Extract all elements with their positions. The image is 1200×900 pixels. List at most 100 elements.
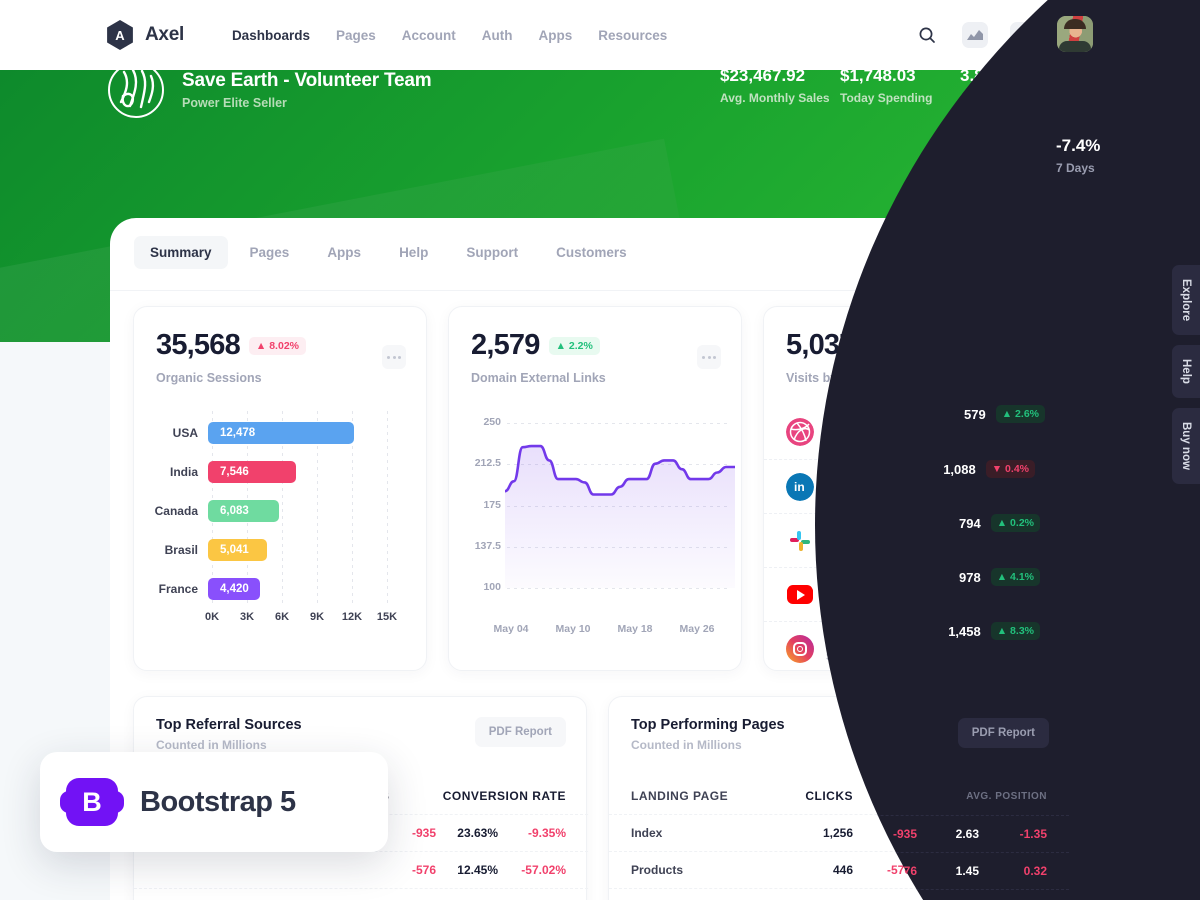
- col-header-conversion-rate: CONVERSION RATE: [442, 788, 566, 803]
- social-item-text: Slack Messanger: [826, 527, 955, 555]
- tab-apps[interactable]: Apps: [311, 236, 377, 269]
- area-chart-ytick: 212.5: [474, 457, 501, 470]
- linkedin-icon: in: [786, 472, 814, 501]
- social-item-subtitle: Messanger: [826, 542, 884, 555]
- kpi-card-domain-external-links: 2,579 ▲ 2.2% Domain External Links 100 13…: [448, 306, 742, 671]
- table-row[interactable]: -576 12.45% -57.02%: [134, 851, 588, 888]
- kpi-header: 5,037 ▲ 2.2% Visits by Social Networks: [764, 307, 1056, 385]
- social-item-value: 1,458: [944, 641, 977, 656]
- side-tabs: Explore Help Buy now: [1172, 265, 1200, 485]
- search-icon[interactable]: [910, 18, 944, 52]
- social-item-name: Instagram: [826, 634, 884, 649]
- instagram-icon: [786, 634, 814, 663]
- social-item-value: 794: [955, 533, 977, 548]
- nav-link-dashboards[interactable]: Dashboards: [232, 28, 310, 43]
- tab-help[interactable]: Help: [383, 236, 444, 269]
- area-chart-xtick: May 18: [617, 623, 653, 635]
- bar-category-label: USA: [172, 425, 198, 440]
- social-item-text: YouTube Video Channel: [826, 581, 955, 609]
- social-item-subtitle: Community: [826, 434, 887, 446]
- pdf-report-button[interactable]: PDF Report: [474, 717, 566, 747]
- bar-category-label: India: [169, 464, 198, 479]
- social-item-subtitle: Video Channel: [826, 596, 903, 609]
- kpi-more-options-icon[interactable]: [697, 345, 721, 369]
- tab-pages[interactable]: Pages: [234, 236, 306, 269]
- bar-axis-tick: 12K: [341, 611, 363, 623]
- cell-rate-delta: -57.02%: [521, 863, 566, 877]
- social-item-value: 1,088: [944, 479, 977, 494]
- area-chart-plot: [505, 444, 735, 588]
- chart-icon[interactable]: [958, 18, 992, 52]
- social-item-text: Linked In Social Media: [826, 473, 944, 501]
- stat-label: 7 Days: [1080, 91, 1119, 105]
- avatar[interactable]: [1054, 17, 1090, 53]
- bar-category-label: France: [158, 581, 198, 596]
- table-row[interactable]: Bol.com 67 +24 73.63% +28.73%: [134, 888, 588, 900]
- side-tab-help[interactable]: Help: [1172, 345, 1200, 399]
- kpi-card-row: 35,568 ▲ 8.02% Organic Sessions USA 12,47…: [133, 306, 1058, 671]
- cell-clicks: 446: [832, 863, 853, 877]
- table-title: Top Referral Sources: [156, 717, 302, 733]
- table-title: Top Performing Pages: [631, 717, 785, 733]
- team-name: Save Earth - Volunteer Team: [182, 70, 432, 91]
- table-subtitle: Counted in Millions: [631, 738, 742, 752]
- nav-link-pages[interactable]: Pages: [336, 28, 376, 43]
- nav-link-resources[interactable]: Resources: [598, 28, 667, 43]
- social-item-name: Slack: [826, 526, 858, 541]
- nav-link-apps[interactable]: Apps: [539, 28, 573, 43]
- table-header-row: LANDING PAGE CLICKS AVG. POSITION: [609, 777, 1063, 814]
- social-list-item[interactable]: Slack Messanger 794 ▲ 0.2%: [764, 513, 1058, 567]
- table-row[interactable]: Index 1,256 -935 2.63 -1.35: [609, 814, 1063, 851]
- notifications-icon[interactable]: [1006, 18, 1040, 52]
- kpi-label: Visits by Social Networks: [786, 371, 938, 385]
- bar-value: 6,083: [208, 499, 279, 522]
- col-header-landing-page: LANDING PAGE: [631, 788, 729, 803]
- kpi-more-options-icon[interactable]: [1012, 345, 1036, 369]
- team-subtitle: Power Elite Seller: [182, 96, 287, 110]
- area-chart-ytick: 100: [483, 581, 501, 593]
- nav-link-auth[interactable]: Auth: [482, 28, 513, 43]
- kpi-card-organic-sessions: 35,568 ▲ 8.02% Organic Sessions USA 12,47…: [133, 306, 427, 671]
- tab-summary[interactable]: Summary: [134, 236, 228, 269]
- social-item-trend-badge: ▲ 8.3%: [986, 639, 1036, 658]
- bar-axis-tick: 0K: [204, 611, 220, 623]
- tab-customers[interactable]: Customers: [540, 236, 643, 269]
- kpi-value: 2,579: [471, 329, 540, 361]
- table-row[interactable]: devs.keenthemes.com 67 +24 7.63 +8.73: [609, 888, 1063, 900]
- pdf-report-button[interactable]: PDF Report: [949, 717, 1041, 747]
- app-root: A Axel Dashboards Pages Account Auth App…: [0, 0, 1200, 900]
- table-row[interactable]: Products 446 -576 1.45 0.32: [609, 851, 1063, 888]
- cell-clicks-delta: -576: [886, 863, 911, 877]
- cell-rate: 23.63%: [457, 826, 498, 840]
- kpi-more-options-icon[interactable]: [382, 345, 406, 369]
- stat-label: Avg. Monthly Sales: [720, 91, 830, 105]
- kpi-trend-badge: ▲ 2.2%: [863, 336, 915, 355]
- bar-axis-tick: 15K: [376, 611, 398, 623]
- bar-value: 4,420: [208, 577, 260, 600]
- stat-7-days: -7.4% 7 Days: [1080, 66, 1200, 105]
- nav-link-account[interactable]: Account: [402, 28, 456, 43]
- social-list-item[interactable]: YouTube Video Channel 978 ▲ 4.1%: [764, 567, 1058, 621]
- social-item-text: Dribbble Community: [826, 418, 955, 446]
- tab-support[interactable]: Support: [450, 236, 534, 269]
- bootstrap-promo-card[interactable]: B Bootstrap 5: [40, 752, 388, 852]
- side-tab-buy-now[interactable]: Buy now: [1172, 408, 1200, 485]
- kpi-value: 5,037: [786, 329, 855, 361]
- social-item-trend-badge: ▲ 4.1%: [986, 585, 1036, 604]
- dribbble-icon: [786, 418, 814, 446]
- social-list-item[interactable]: in Linked In Social Media 1,088 ▼ 0.4%: [764, 459, 1058, 513]
- social-item-value: 579: [955, 424, 977, 440]
- area-chart-ytick: 175: [483, 498, 501, 511]
- social-list-item[interactable]: Dribbble Community 579 ▲ 2.6%: [764, 405, 1058, 459]
- social-item-trend-badge: ▼ 0.4%: [986, 477, 1036, 496]
- kpi-header: 35,568 ▲ 8.02% Organic Sessions: [134, 307, 426, 385]
- slack-icon: [786, 527, 814, 555]
- stat-label: Today Spending: [840, 91, 933, 105]
- side-tab-explore[interactable]: Explore: [1172, 265, 1200, 336]
- bar-category-label: Canada: [154, 503, 198, 518]
- brand-logo[interactable]: A Axel: [105, 20, 184, 50]
- pages-table: LANDING PAGE CLICKS AVG. POSITION Index …: [609, 777, 1063, 900]
- social-item-value: 978: [955, 587, 977, 602]
- social-list-item[interactable]: Instagram Social Network 1,458 ▲ 8.3%: [764, 621, 1058, 675]
- content-tabs: Summary Pages Apps Help Support Customer…: [134, 236, 643, 269]
